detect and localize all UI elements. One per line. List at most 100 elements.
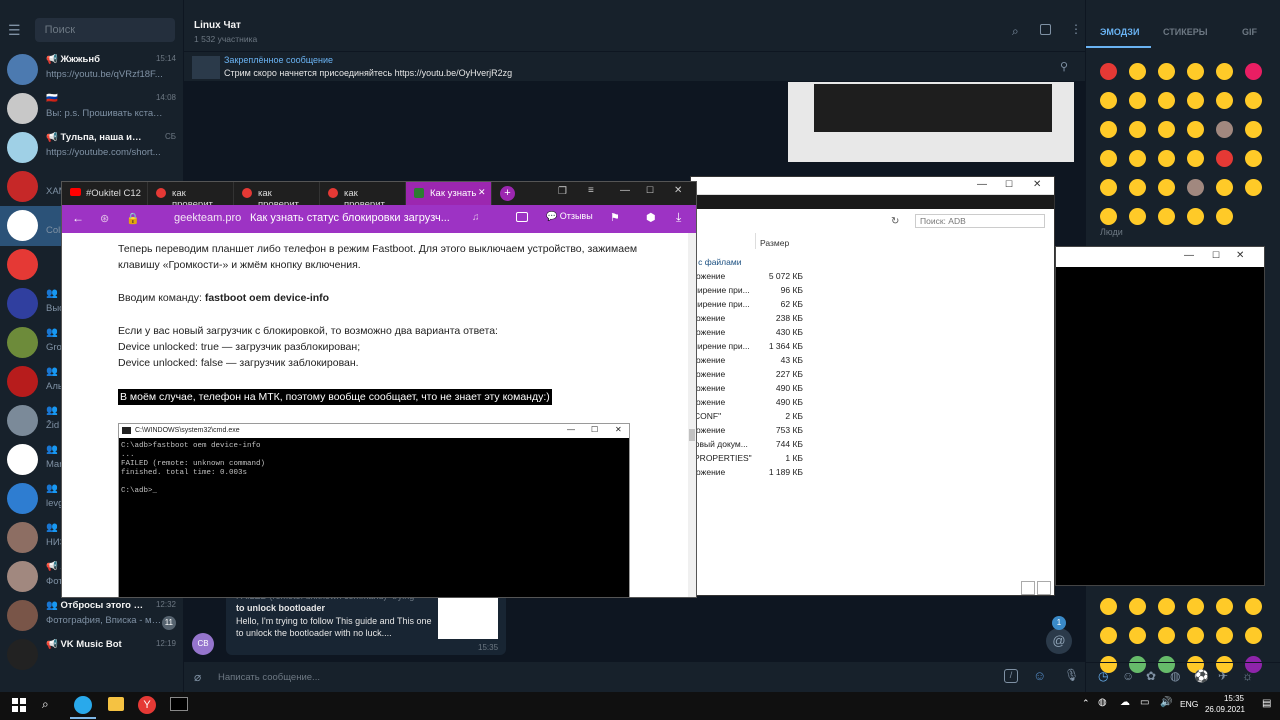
browser-tab-1[interactable]: #Oukitel C12	[62, 182, 148, 205]
emoji-button[interactable]	[1129, 92, 1146, 109]
chat-title[interactable]: Linux Чат	[194, 20, 241, 31]
bookmark-icon[interactable]: ⚑	[610, 211, 620, 224]
emoji-button[interactable]	[1216, 121, 1233, 138]
file-size-cell[interactable]: 96 КБ	[751, 285, 803, 295]
pin-icon[interactable]: ⚲	[1060, 60, 1068, 73]
browser-tab-4[interactable]: как проверит	[320, 182, 406, 210]
emoji-button[interactable]	[1187, 63, 1204, 80]
file-explorer-taskbar-icon[interactable]	[108, 697, 124, 711]
file-type-cell[interactable]: ширение при...	[691, 299, 750, 309]
search-icon[interactable]: ⌕	[1012, 24, 1019, 39]
emoji-button[interactable]	[1100, 92, 1117, 109]
emoji-button[interactable]	[1100, 208, 1117, 225]
tray-volume-icon[interactable]: 🔊	[1160, 697, 1172, 708]
chat-list-item[interactable]: 📢 Тульпа, наша исто... https://youtube.co…	[0, 128, 183, 168]
file-size-cell[interactable]: 744 КБ	[751, 439, 803, 449]
file-size-cell[interactable]: 227 КБ	[751, 369, 803, 379]
emoji-button[interactable]	[1158, 627, 1175, 644]
tray-yandex-icon[interactable]: ◍	[1098, 697, 1107, 708]
emoji-button[interactable]	[1100, 598, 1117, 615]
tray-time[interactable]: 15:35	[1214, 694, 1254, 703]
pinned-message[interactable]: Закреплённое сообщение Стрим скоро начне…	[184, 52, 1085, 82]
recent-category-icon[interactable]: ◷	[1098, 669, 1108, 683]
chat-list-item[interactable]: 📢 Жжжьнб https://youtu.be/qVRzf18F... 15:1…	[0, 50, 183, 90]
maximize-icon[interactable]: ☐	[646, 185, 654, 196]
emoji-button[interactable]	[1216, 179, 1233, 196]
browser-tab-2[interactable]: как проверит	[148, 182, 234, 210]
file-explorer-window[interactable]: — ☐ ✕ ↻ Поиск: ADB Размер а с файлами ло…	[690, 176, 1055, 596]
back-icon[interactable]: ←	[72, 211, 84, 225]
notifications-icon[interactable]: ▤	[1262, 698, 1271, 709]
objects-category-icon[interactable]: ☼	[1242, 669, 1253, 683]
chat-list-item[interactable]: 👥 Отбросы этого пок... Фотография, Вписка…	[0, 596, 183, 636]
menu-icon[interactable]: ☰	[8, 22, 21, 39]
cmd-taskbar-icon[interactable]	[170, 697, 188, 711]
message-bubble[interactable]: FAILED (remote: unknown command)" trying…	[226, 589, 506, 655]
minimize-icon[interactable]: —	[977, 179, 987, 190]
emoji-button[interactable]	[1158, 150, 1175, 167]
file-size-cell[interactable]: 753 КБ	[751, 425, 803, 435]
food-category-icon[interactable]: ◍	[1170, 669, 1180, 683]
sidebar-toggle-icon[interactable]	[1040, 24, 1051, 35]
browser-tab-active[interactable]: Как узнать ✕	[406, 182, 492, 205]
emoji-button[interactable]	[1158, 63, 1175, 80]
message-input[interactable]: Написать сообщение...	[218, 672, 320, 683]
search-icon[interactable]: ⌕	[42, 697, 49, 712]
close-tab-icon[interactable]: ✕	[478, 187, 486, 198]
file-type-cell[interactable]: товый докум...	[691, 439, 748, 449]
emoji-button[interactable]	[1187, 627, 1204, 644]
maximize-icon[interactable]: ☐	[1212, 250, 1220, 261]
scrollbar-thumb[interactable]	[689, 429, 695, 441]
file-size-cell[interactable]: 1 364 КБ	[751, 341, 803, 351]
file-size-cell[interactable]: 490 КБ	[751, 397, 803, 407]
file-type-cell[interactable]: ширение при...	[691, 285, 750, 295]
microphone-icon[interactable]: 🎙	[1064, 668, 1079, 682]
emoji-button[interactable]	[1158, 179, 1175, 196]
file-size-cell[interactable]: 1 КБ	[751, 453, 803, 463]
close-icon[interactable]: ✕	[1236, 250, 1244, 261]
emoji-button[interactable]	[1158, 208, 1175, 225]
emoji-button[interactable]	[1100, 150, 1117, 167]
emoji-button[interactable]	[1129, 598, 1146, 615]
new-tab-button[interactable]: +	[500, 186, 515, 201]
file-type-cell[interactable]: "PROPERTIES"	[691, 453, 752, 463]
emoji-button[interactable]	[1245, 63, 1262, 80]
console-window-right[interactable]: — ☐ ✕	[1055, 246, 1265, 586]
file-size-cell[interactable]: 490 КБ	[751, 383, 803, 393]
file-size-cell[interactable]: 62 КБ	[751, 299, 803, 309]
file-size-cell[interactable]: 2 КБ	[751, 411, 803, 421]
emoji-button[interactable]	[1129, 121, 1146, 138]
emoji-button[interactable]	[1187, 208, 1204, 225]
emoji-button[interactable]	[1187, 150, 1204, 167]
emoji-button[interactable]	[1245, 150, 1262, 167]
file-size-cell[interactable]: 1 189 КБ	[751, 467, 803, 477]
bot-commands-icon[interactable]: /	[1004, 669, 1018, 683]
attach-icon[interactable]: ⌀	[194, 670, 201, 684]
emoji-button[interactable]	[1216, 63, 1233, 80]
emoji-icon[interactable]: ☺	[1033, 668, 1046, 683]
emoji-button[interactable]	[1100, 63, 1117, 80]
yandex-circle-icon[interactable]: ⊛	[100, 212, 109, 225]
chat-list-item[interactable]: 📢 VK Music Bot 12:19	[0, 635, 183, 675]
emoji-button[interactable]	[1100, 179, 1117, 196]
emoji-button[interactable]	[1129, 179, 1146, 196]
url-page-title[interactable]: Как узнать статус блокировки загрузч...	[250, 212, 450, 224]
emoji-button[interactable]	[1245, 179, 1262, 196]
telegram-taskbar-icon[interactable]	[74, 696, 92, 714]
emoji-button[interactable]	[1245, 92, 1262, 109]
emoji-button[interactable]	[1216, 208, 1233, 225]
tiles-view-icon[interactable]	[1037, 581, 1051, 595]
file-size-cell[interactable]: 5 072 КБ	[751, 271, 803, 281]
travel-category-icon[interactable]: ✈	[1218, 669, 1228, 683]
close-icon[interactable]: ✕	[674, 185, 682, 196]
message-image[interactable]	[788, 82, 1074, 162]
emoji-button[interactable]	[1216, 627, 1233, 644]
emoji-button[interactable]	[1129, 63, 1146, 80]
emoji-button[interactable]	[1187, 179, 1204, 196]
maximize-icon[interactable]: ☐	[1005, 179, 1013, 190]
file-size-cell[interactable]: 430 КБ	[751, 327, 803, 337]
group-header[interactable]: а с файлами	[691, 257, 741, 267]
emoji-button[interactable]	[1245, 121, 1262, 138]
emoji-button[interactable]	[1187, 598, 1204, 615]
emoji-button[interactable]	[1100, 121, 1117, 138]
